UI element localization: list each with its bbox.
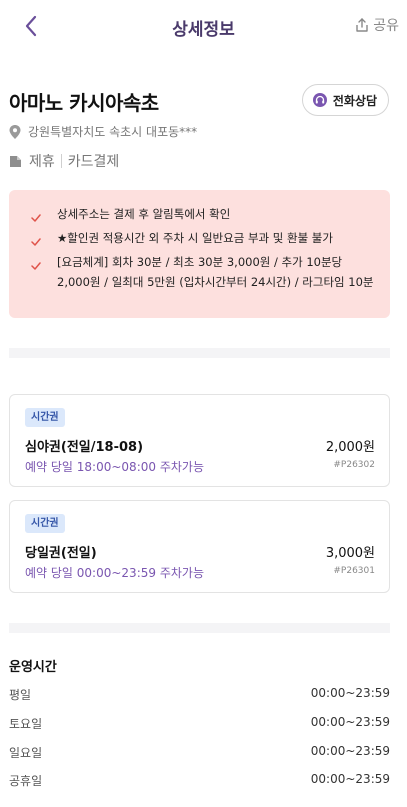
call-consult-label: 전화상담 <box>332 93 377 108</box>
notice-item: ★할인권 적용시간 외 주차 시 일반요금 부과 및 환불 불가 <box>31 228 376 252</box>
ticket-code: #P26302 <box>333 460 375 470</box>
ticket-code: #P26301 <box>333 566 375 576</box>
hours-time: 00:00~23:59 <box>310 686 390 700</box>
ticket-availability: 예약 당일 00:00~23:59 주차가능 <box>25 566 204 580</box>
hours-day: 평일 <box>9 688 32 702</box>
operating-hours-title: 운영시간 <box>9 660 57 675</box>
notice-item: [요금체계] 회차 30분 / 최초 30분 3,000원 / 추가 10분당 … <box>31 252 376 292</box>
ticket-availability: 예약 당일 18:00~08:00 주차가능 <box>25 460 204 474</box>
headset-icon <box>312 93 327 107</box>
page-title: 상세정보 <box>172 20 235 40</box>
notice-text: [요금체계] 회차 30분 / 최초 30분 3,000원 / 추가 10분당 … <box>57 255 374 289</box>
notice-item: 상세주소는 결제 후 알림톡에서 확인 <box>31 204 376 228</box>
section-divider <box>9 623 390 633</box>
ticket-price: 2,000원 <box>325 440 375 455</box>
notice-box: 상세주소는 결제 후 알림톡에서 확인 ★할인권 적용시간 외 주차 시 일반요… <box>9 190 390 318</box>
tag-icon <box>10 155 21 167</box>
share-label: 공유 <box>373 18 399 34</box>
hours-row: 공휴일 00:00~23:59 <box>9 772 390 789</box>
ticket-type-badge: 시간권 <box>25 408 65 427</box>
call-consult-button[interactable]: 전화상담 <box>301 84 389 116</box>
tag-divider <box>60 154 62 168</box>
ticket-price: 3,000원 <box>325 546 375 561</box>
hours-day: 일요일 <box>9 746 43 760</box>
top-app-bar: 상세정보 공유 <box>0 0 407 54</box>
tag-card-payment: 카드결제 <box>67 154 120 170</box>
hours-row: 일요일 00:00~23:59 <box>9 744 390 761</box>
share-button[interactable]: 공유 <box>354 15 399 35</box>
ticket-card[interactable]: 시간권 심야권(전일/18-08) 2,000원 예약 당일 18:00~08:… <box>9 394 390 487</box>
location-pin-icon <box>9 124 21 139</box>
hours-row: 평일 00:00~23:59 <box>9 686 390 703</box>
share-icon <box>356 18 368 32</box>
hours-time: 00:00~23:59 <box>310 744 390 758</box>
ticket-name: 당일권(전일) <box>25 546 97 561</box>
section-divider <box>9 348 390 358</box>
hours-time: 00:00~23:59 <box>310 715 390 729</box>
notice-text: 상세주소는 결제 후 알림톡에서 확인 <box>57 207 231 221</box>
check-icon <box>31 238 41 246</box>
check-icon <box>31 262 41 270</box>
notice-text: ★할인권 적용시간 외 주차 시 일반요금 부과 및 환불 불가 <box>57 231 333 245</box>
address-text: 강원특별자치도 속초시 대포동*** <box>28 125 198 139</box>
hours-time: 00:00~23:59 <box>310 772 390 786</box>
ticket-name: 심야권(전일/18-08) <box>25 440 144 455</box>
hours-row: 토요일 00:00~23:59 <box>9 715 390 732</box>
ticket-card[interactable]: 시간권 당일권(전일) 3,000원 예약 당일 00:00~23:59 주차가… <box>9 500 390 593</box>
address-row: 강원특별자치도 속초시 대포동*** <box>9 123 197 140</box>
check-icon <box>31 214 41 222</box>
tag-affiliate: 제휴 <box>29 154 55 170</box>
place-name: 아마노 카시아속초 <box>9 91 159 115</box>
tag-row: 제휴 카드결제 <box>9 151 119 171</box>
hours-day: 공휴일 <box>9 774 43 788</box>
hours-day: 토요일 <box>9 717 43 731</box>
ticket-type-badge: 시간권 <box>25 514 65 533</box>
